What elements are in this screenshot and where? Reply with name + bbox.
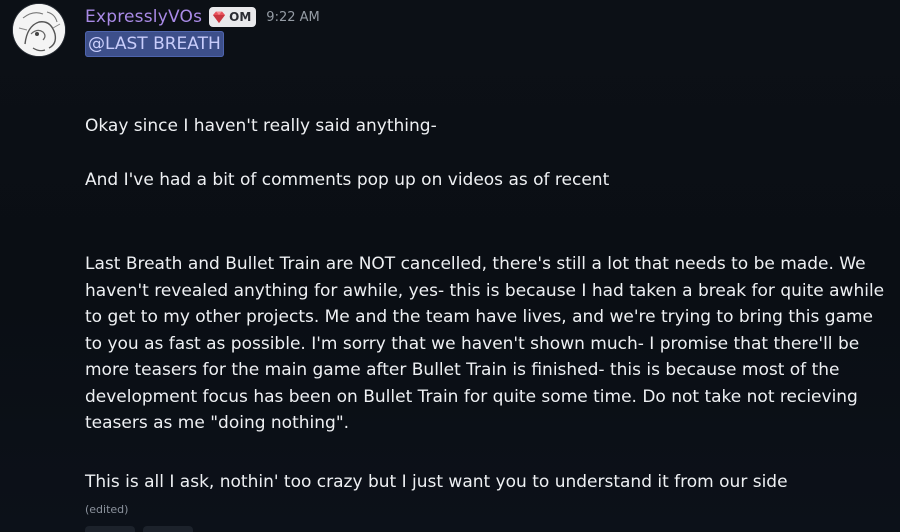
role-badge[interactable]: OM [209, 7, 257, 27]
chat-message: ExpresslyVOs OM 9:22 AM @LAST BREATH Oka… [0, 0, 900, 532]
message-header: ExpresslyVOs OM 9:22 AM [85, 5, 320, 29]
message-paragraph: And I've had a bit of comments pop up on… [85, 170, 610, 190]
reaction-pill[interactable] [85, 526, 135, 532]
edited-label: (edited) [85, 503, 129, 516]
message-paragraph: Okay since I haven't really said anythin… [85, 116, 437, 136]
username[interactable]: ExpresslyVOs [85, 7, 202, 27]
role-mention[interactable]: @LAST BREATH [85, 31, 224, 57]
gem-icon [213, 11, 226, 23]
message-paragraph: This is all I ask, nothin' too crazy but… [85, 472, 788, 492]
message-paragraph: Last Breath and Bullet Train are NOT can… [85, 254, 890, 433]
timestamp[interactable]: 9:22 AM [266, 10, 319, 25]
avatar-sketch-icon [13, 4, 65, 56]
reactions-row [85, 526, 193, 532]
avatar[interactable] [13, 4, 65, 56]
reaction-pill[interactable] [143, 526, 193, 532]
badge-label: OM [229, 10, 252, 24]
